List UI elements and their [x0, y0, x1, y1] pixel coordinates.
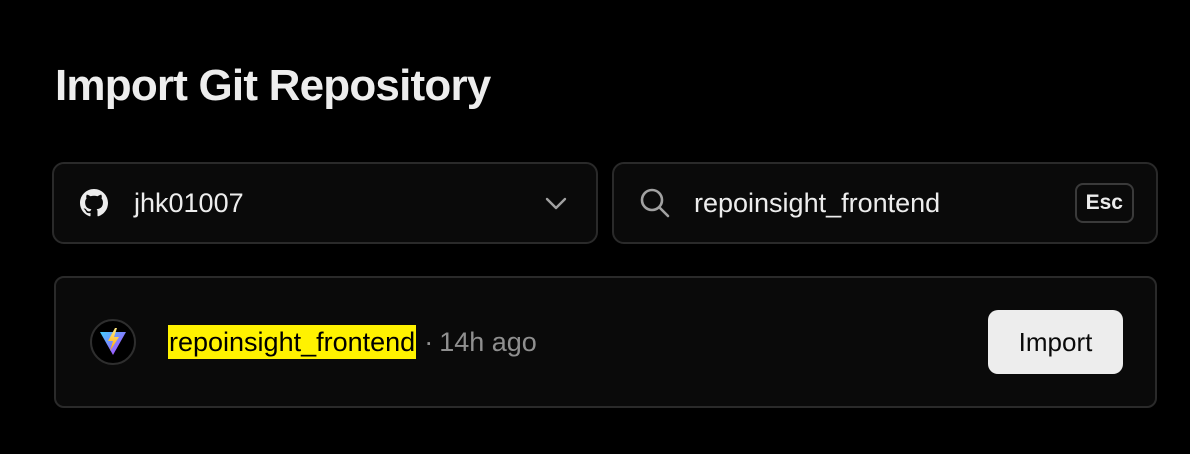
account-select-value: jhk01007: [134, 187, 244, 218]
list-item: repoinsight_frontend · 14h ago Import: [56, 278, 1155, 406]
search-field[interactable]: Esc: [612, 162, 1158, 244]
import-button[interactable]: Import: [988, 310, 1123, 374]
search-icon: [638, 186, 672, 220]
vite-icon: [90, 319, 136, 365]
repo-updated-time: 14h ago: [439, 326, 537, 357]
separator: ·: [424, 326, 434, 357]
account-select[interactable]: jhk01007: [52, 162, 598, 244]
page-title: Import Git Repository: [55, 61, 491, 110]
repo-name-link[interactable]: repoinsight_frontend: [168, 325, 417, 359]
chevron-down-icon: [542, 189, 570, 217]
github-icon: [80, 189, 108, 217]
esc-clear-button[interactable]: Esc: [1074, 183, 1134, 223]
search-input[interactable]: [694, 187, 1075, 219]
repository-list: repoinsight_frontend · 14h ago Import: [54, 276, 1157, 408]
